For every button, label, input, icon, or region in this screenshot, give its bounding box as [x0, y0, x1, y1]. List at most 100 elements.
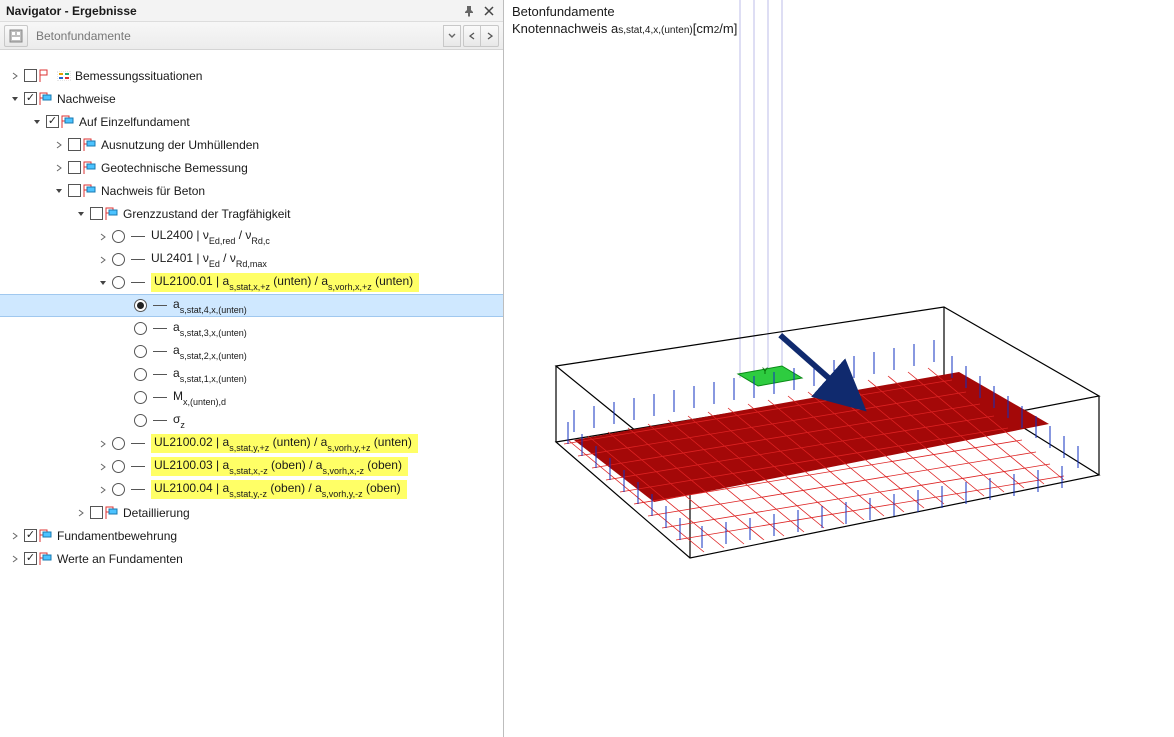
chevron-right-icon[interactable]: [96, 463, 110, 471]
tree-row[interactable]: Grenzzustand der Tragfähigkeit: [0, 202, 503, 225]
tree-row[interactable]: Werte an Fundamenten: [0, 547, 503, 570]
radio[interactable]: [134, 368, 147, 381]
chevron-right-icon[interactable]: [8, 532, 22, 540]
navigator-panel: Navigator - Ergebnisse Betonfundamente: [0, 0, 504, 737]
tree-label: Auf Einzelfundament: [79, 115, 200, 129]
tree-label: σz: [173, 412, 195, 428]
chevron-down-icon[interactable]: [52, 187, 66, 195]
toolbar-button-module-icon[interactable]: [4, 25, 28, 47]
chevron-down-icon[interactable]: [8, 95, 22, 103]
line-icon: [131, 282, 145, 283]
tree-row[interactable]: as,stat,1,x,(unten): [0, 363, 503, 386]
module-combo[interactable]: Betonfundamente: [30, 29, 137, 43]
radio[interactable]: [134, 391, 147, 404]
tree-label: Mx,(unten),d: [173, 389, 236, 405]
tree-row[interactable]: UL2100.04 | as,stat,y,-z (oben) / as,vor…: [0, 478, 503, 501]
tree-row[interactable]: UL2100.01 | as,stat,x,+z (unten) / as,vo…: [0, 271, 503, 294]
checkbox[interactable]: [90, 506, 103, 519]
tree-row[interactable]: as,stat,2,x,(unten): [0, 340, 503, 363]
flag-icon: [39, 92, 53, 106]
chevron-down-icon[interactable]: [30, 118, 44, 126]
radio[interactable]: [112, 276, 125, 289]
tree-label: Geotechnische Bemessung: [101, 161, 258, 175]
pin-icon[interactable]: [461, 3, 477, 19]
checkbox[interactable]: [68, 138, 81, 151]
chevron-down-icon[interactable]: [96, 279, 110, 287]
chevron-right-icon[interactable]: [8, 72, 22, 80]
radio[interactable]: [112, 483, 125, 496]
nav-prev-icon[interactable]: [463, 25, 481, 47]
radio[interactable]: [112, 460, 125, 473]
chevron-right-icon[interactable]: [96, 233, 110, 241]
radio[interactable]: [134, 414, 147, 427]
flag-icon: [105, 506, 119, 520]
flag-icon: [39, 529, 53, 543]
tree-row[interactable]: Auf Einzelfundament: [0, 110, 503, 133]
model-view[interactable]: Betonfundamente Knotennachweis as,stat,4…: [504, 0, 1174, 737]
results-tree[interactable]: Bemessungssituationen Nachweise Auf Einz…: [0, 50, 503, 737]
checkbox[interactable]: [68, 184, 81, 197]
tree-row[interactable]: Ausnutzung der Umhüllenden: [0, 133, 503, 156]
radio[interactable]: [112, 437, 125, 450]
tree-row[interactable]: Nachweis für Beton: [0, 179, 503, 202]
flag-icon: [39, 69, 53, 83]
tree-label: Ausnutzung der Umhüllenden: [101, 138, 269, 152]
radio[interactable]: [112, 230, 125, 243]
chevron-right-icon[interactable]: [52, 141, 66, 149]
tree-row[interactable]: Bemessungssituationen: [0, 64, 503, 87]
chevron-down-icon[interactable]: [74, 210, 88, 218]
combo-dropdown-icon[interactable]: [443, 25, 461, 47]
tree-row[interactable]: UL2401 | νEd / νRd,max: [0, 248, 503, 271]
checkbox[interactable]: [24, 529, 37, 542]
model-3d: Y: [504, 0, 1174, 737]
line-icon: [131, 443, 145, 444]
tree-label: UL2400 | νEd,red / νRd,c: [151, 228, 280, 244]
flag-icon: [61, 115, 75, 129]
line-icon: [153, 351, 167, 352]
checkbox[interactable]: [90, 207, 103, 220]
line-icon: [131, 489, 145, 490]
chevron-right-icon[interactable]: [52, 164, 66, 172]
situation-icon: [57, 69, 71, 83]
chevron-right-icon[interactable]: [8, 555, 22, 563]
tree-row[interactable]: σz: [0, 409, 503, 432]
flag-icon: [83, 161, 97, 175]
radio[interactable]: [134, 299, 147, 312]
tree-row[interactable]: as,stat,3,x,(unten): [0, 317, 503, 340]
tree-row[interactable]: UL2400 | νEd,red / νRd,c: [0, 225, 503, 248]
nav-next-icon[interactable]: [481, 25, 499, 47]
radio[interactable]: [134, 322, 147, 335]
tree-row[interactable]: Detaillierung: [0, 501, 503, 524]
radio[interactable]: [134, 345, 147, 358]
flag-icon: [83, 138, 97, 152]
chevron-right-icon[interactable]: [74, 509, 88, 517]
tree-row[interactable]: Nachweise: [0, 87, 503, 110]
tree-label: UL2100.02 | as,stat,y,+z (unten) / as,vo…: [151, 434, 418, 452]
tree-row-selected[interactable]: as,stat,4,x,(unten): [0, 294, 503, 317]
checkbox[interactable]: [24, 69, 37, 82]
radio[interactable]: [112, 253, 125, 266]
tree-row[interactable]: UL2100.03 | as,stat,x,-z (oben) / as,vor…: [0, 455, 503, 478]
chevron-right-icon[interactable]: [96, 256, 110, 264]
tree-row[interactable]: Fundamentbewehrung: [0, 524, 503, 547]
line-icon: [153, 397, 167, 398]
tree-row[interactable]: Geotechnische Bemessung: [0, 156, 503, 179]
tree-label: as,stat,3,x,(unten): [173, 320, 257, 336]
tree-label: UL2100.01 | as,stat,x,+z (unten) / as,vo…: [151, 273, 419, 291]
tree-label: Grenzzustand der Tragfähigkeit: [123, 207, 300, 221]
tree-row[interactable]: Mx,(unten),d: [0, 386, 503, 409]
tree-row[interactable]: UL2100.02 | as,stat,y,+z (unten) / as,vo…: [0, 432, 503, 455]
checkbox[interactable]: [24, 92, 37, 105]
checkbox[interactable]: [68, 161, 81, 174]
panel-title: Navigator - Ergebnisse: [6, 4, 137, 18]
checkbox[interactable]: [24, 552, 37, 565]
tree-label: Bemessungssituationen: [75, 69, 212, 83]
close-icon[interactable]: [481, 3, 497, 19]
chevron-right-icon[interactable]: [96, 486, 110, 494]
line-icon: [131, 236, 145, 237]
line-icon: [131, 259, 145, 260]
tree-label: Nachweise: [57, 92, 126, 106]
tree-label: as,stat,2,x,(unten): [173, 343, 257, 359]
chevron-right-icon[interactable]: [96, 440, 110, 448]
checkbox[interactable]: [46, 115, 59, 128]
